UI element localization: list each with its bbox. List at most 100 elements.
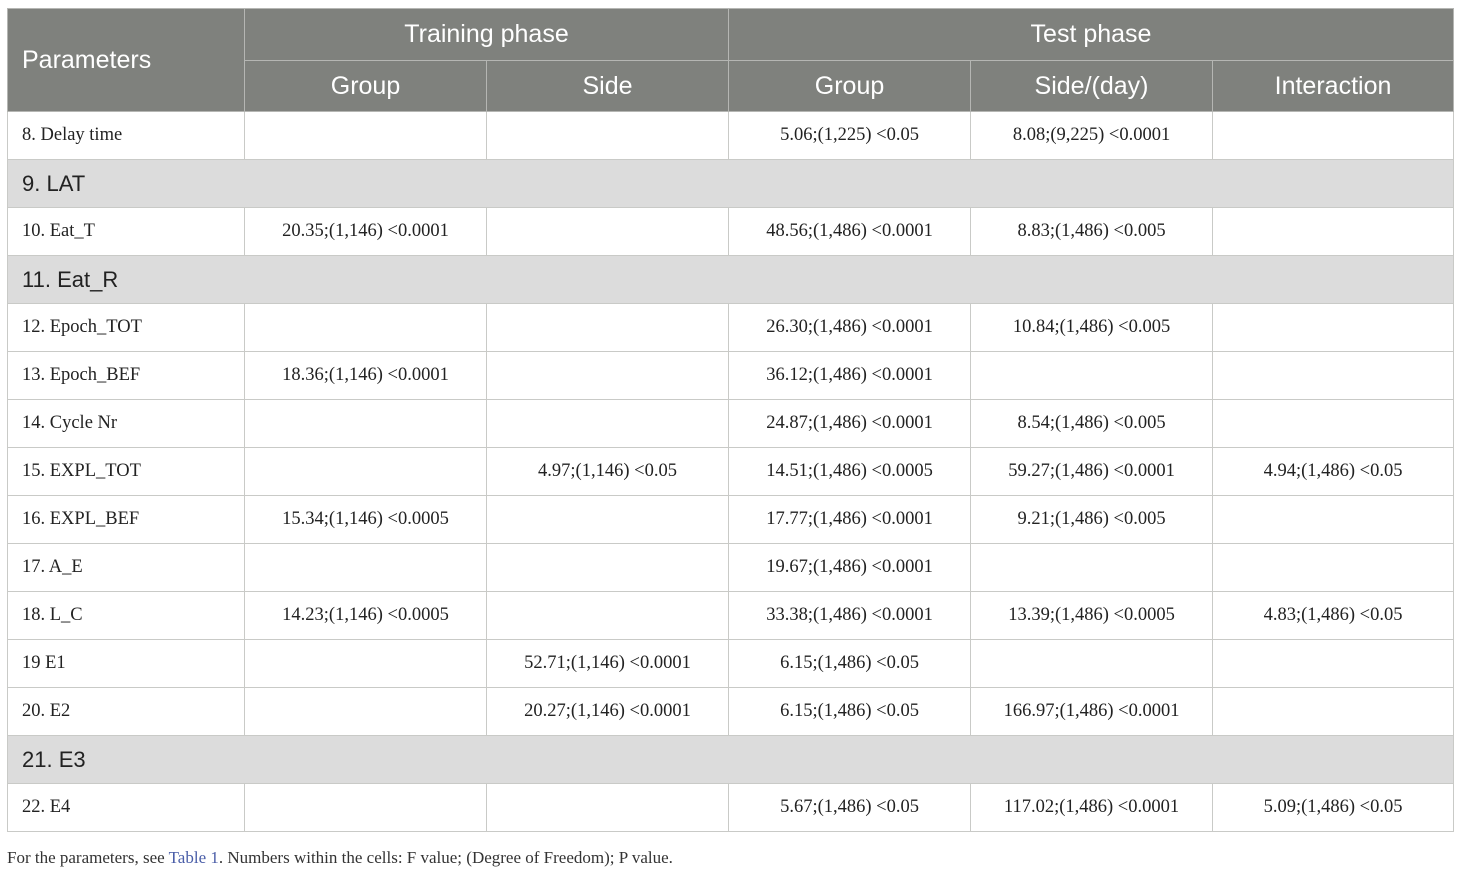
- header-test-group: Group: [728, 60, 972, 112]
- header-training-side: Side: [485, 60, 730, 112]
- table-row: 16. EXPL_BEF 15.34;(1,146) <0.0005 17.77…: [7, 495, 1455, 544]
- training-group-cell: [244, 111, 487, 160]
- section-label: 11. Eat_R: [6, 255, 1455, 304]
- param-cell: 10. Eat_T: [7, 207, 245, 256]
- header-training-phase: Training phase: [243, 8, 730, 61]
- test-interaction-cell: [1212, 495, 1455, 544]
- test-interaction-cell: 5.09;(1,486) <0.05: [1212, 783, 1455, 832]
- table-row: 22. E4 5.67;(1,486) <0.05 117.02;(1,486)…: [7, 783, 1455, 832]
- section-label: 21. E3: [6, 735, 1455, 784]
- table-row: 19 E1 52.71;(1,146) <0.0001 6.15;(1,486)…: [7, 639, 1455, 688]
- training-side-cell: [485, 111, 730, 160]
- header-test-phase: Test phase: [728, 8, 1455, 61]
- table-row: 18. L_C 14.23;(1,146) <0.0005 33.38;(1,4…: [7, 591, 1455, 640]
- training-side-cell: [485, 543, 730, 592]
- param-cell: 18. L_C: [7, 591, 245, 640]
- param-cell: 22. E4: [7, 783, 245, 832]
- training-group-cell: [244, 447, 487, 496]
- test-interaction-cell: [1212, 543, 1455, 592]
- header-test-side-day: Side/(day): [970, 60, 1214, 112]
- table-body: 8. Delay time 5.06;(1,225) <0.05 8.08;(9…: [6, 111, 1455, 832]
- training-side-cell: 20.27;(1,146) <0.0001: [485, 687, 730, 736]
- param-cell: 15. EXPL_TOT: [7, 447, 245, 496]
- footnote-prefix: For the parameters, see: [7, 848, 169, 867]
- section-label: 9. LAT: [6, 159, 1455, 208]
- param-cell: 8. Delay time: [7, 111, 245, 160]
- test-side-cell: 8.54;(1,486) <0.005: [970, 399, 1214, 448]
- section-row: 21. E3: [6, 735, 1455, 784]
- param-cell: 14. Cycle Nr: [7, 399, 245, 448]
- test-interaction-cell: [1212, 303, 1455, 352]
- test-interaction-cell: [1212, 111, 1455, 160]
- table-row: 10. Eat_T 20.35;(1,146) <0.0001 48.56;(1…: [7, 207, 1455, 256]
- test-group-cell: 36.12;(1,486) <0.0001: [728, 351, 972, 400]
- test-interaction-cell: [1212, 399, 1455, 448]
- table-row: 20. E2 20.27;(1,146) <0.0001 6.15;(1,486…: [7, 687, 1455, 736]
- training-group-cell: 18.36;(1,146) <0.0001: [244, 351, 487, 400]
- test-side-cell: 13.39;(1,486) <0.0005: [970, 591, 1214, 640]
- param-cell: 17. A_E: [7, 543, 245, 592]
- training-group-cell: 14.23;(1,146) <0.0005: [244, 591, 487, 640]
- anova-results-table: Parameters Training phase Test phase Gro…: [6, 8, 1455, 832]
- test-side-cell: [970, 543, 1214, 592]
- test-side-cell: [970, 639, 1214, 688]
- training-side-cell: [485, 399, 730, 448]
- test-group-cell: 48.56;(1,486) <0.0001: [728, 207, 972, 256]
- test-group-cell: 26.30;(1,486) <0.0001: [728, 303, 972, 352]
- test-interaction-cell: 4.94;(1,486) <0.05: [1212, 447, 1455, 496]
- test-interaction-cell: [1212, 639, 1455, 688]
- param-cell: 20. E2: [7, 687, 245, 736]
- test-group-cell: 6.15;(1,486) <0.05: [728, 687, 972, 736]
- test-interaction-cell: 4.83;(1,486) <0.05: [1212, 591, 1455, 640]
- table-row: 15. EXPL_TOT 4.97;(1,146) <0.05 14.51;(1…: [7, 447, 1455, 496]
- table-footnote: For the parameters, see Table 1. Numbers…: [7, 848, 673, 868]
- training-group-cell: [244, 639, 487, 688]
- training-group-cell: [244, 399, 487, 448]
- test-side-cell: 8.08;(9,225) <0.0001: [970, 111, 1214, 160]
- param-cell: 16. EXPL_BEF: [7, 495, 245, 544]
- param-cell: 19 E1: [7, 639, 245, 688]
- training-side-cell: [485, 303, 730, 352]
- training-group-cell: [244, 783, 487, 832]
- test-interaction-cell: [1212, 687, 1455, 736]
- training-side-cell: 4.97;(1,146) <0.05: [485, 447, 730, 496]
- test-side-cell: 117.02;(1,486) <0.0001: [970, 783, 1214, 832]
- test-group-cell: 33.38;(1,486) <0.0001: [728, 591, 972, 640]
- test-group-cell: 5.06;(1,225) <0.05: [728, 111, 972, 160]
- results-table-container: Parameters Training phase Test phase Gro…: [6, 8, 1455, 832]
- training-side-cell: [485, 591, 730, 640]
- training-group-cell: 15.34;(1,146) <0.0005: [244, 495, 487, 544]
- table-row: 8. Delay time 5.06;(1,225) <0.05 8.08;(9…: [7, 111, 1455, 160]
- header-parameters: Parameters: [7, 8, 245, 112]
- training-group-cell: [244, 303, 487, 352]
- training-group-cell: 20.35;(1,146) <0.0001: [244, 207, 487, 256]
- table1-link[interactable]: Table 1: [169, 848, 219, 867]
- test-group-cell: 24.87;(1,486) <0.0001: [728, 399, 972, 448]
- test-group-cell: 19.67;(1,486) <0.0001: [728, 543, 972, 592]
- param-cell: 12. Epoch_TOT: [7, 303, 245, 352]
- test-interaction-cell: [1212, 207, 1455, 256]
- header-test-interaction: Interaction: [1212, 60, 1455, 112]
- table-header: Parameters Training phase Test phase Gro…: [7, 8, 1455, 112]
- test-group-cell: 17.77;(1,486) <0.0001: [728, 495, 972, 544]
- training-side-cell: [485, 495, 730, 544]
- training-side-cell: [485, 351, 730, 400]
- param-cell: 13. Epoch_BEF: [7, 351, 245, 400]
- training-side-cell: 52.71;(1,146) <0.0001: [485, 639, 730, 688]
- test-side-cell: [970, 351, 1214, 400]
- test-group-cell: 14.51;(1,486) <0.0005: [728, 447, 972, 496]
- test-side-cell: 8.83;(1,486) <0.005: [970, 207, 1214, 256]
- table-row: 14. Cycle Nr 24.87;(1,486) <0.0001 8.54;…: [7, 399, 1455, 448]
- training-side-cell: [485, 207, 730, 256]
- test-side-cell: 59.27;(1,486) <0.0001: [970, 447, 1214, 496]
- training-group-cell: [244, 543, 487, 592]
- section-row: 11. Eat_R: [6, 255, 1455, 304]
- test-side-cell: 9.21;(1,486) <0.005: [970, 495, 1214, 544]
- test-group-cell: 5.67;(1,486) <0.05: [728, 783, 972, 832]
- test-interaction-cell: [1212, 351, 1455, 400]
- footnote-suffix: . Numbers within the cells: F value; (De…: [218, 848, 673, 867]
- table-row: 12. Epoch_TOT 26.30;(1,486) <0.0001 10.8…: [7, 303, 1455, 352]
- section-row: 9. LAT: [6, 159, 1455, 208]
- training-side-cell: [485, 783, 730, 832]
- training-group-cell: [244, 687, 487, 736]
